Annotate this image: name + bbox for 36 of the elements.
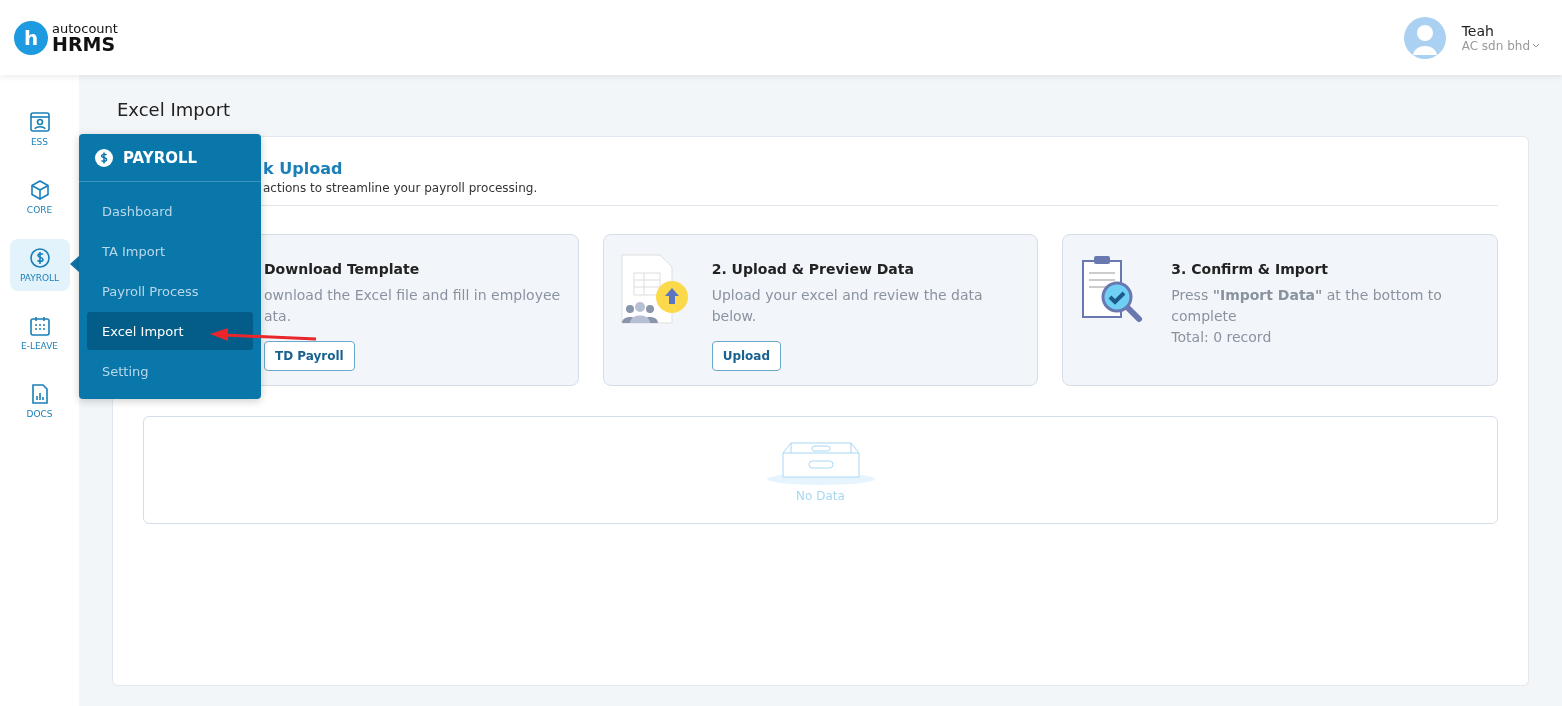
cube-icon: [28, 179, 51, 201]
step-title: 2. Upload & Preview Data: [711, 261, 915, 277]
step-description: ownload the Excel file and fill in employee ata.: [264, 286, 561, 326]
menu-item[interactable]: Excel Import: [87, 312, 253, 350]
sidebar-item[interactable]: DOCS: [9, 375, 70, 427]
avatar[interactable]: [1403, 16, 1446, 59]
company-selector[interactable]: AC sdn bhd: [1461, 38, 1540, 53]
step-button[interactable]: Upload: [711, 341, 782, 371]
section-subtitle: actions to streamline your payroll processing.: [263, 181, 539, 195]
sidebar-item[interactable]: E-LEAVE: [9, 307, 70, 359]
empty-message: No Data: [796, 489, 845, 503]
menu-item[interactable]: TA Import: [87, 232, 253, 270]
menu-item[interactable]: Payroll Process: [87, 272, 253, 310]
step-title: Download Template: [264, 261, 421, 277]
step-description: Press "Import Data" at the bottom to complete Total: 0 record: [1171, 286, 1443, 347]
chevron-down-icon: [1532, 42, 1540, 49]
user-name: Teah: [1461, 22, 1495, 39]
sidebar-item[interactable]: PAYROLL: [9, 239, 70, 291]
menu-item[interactable]: Dashboard: [87, 192, 253, 230]
id-card-icon: [28, 111, 51, 133]
logo-title: HRMS: [52, 34, 116, 54]
sidebar-item[interactable]: CORE: [9, 171, 70, 223]
step-description: Upload your excel and review the data below.: [711, 286, 984, 326]
step-title: 3. Confirm & Import: [1171, 261, 1329, 277]
dollar-icon: [28, 247, 51, 269]
section-title: k Upload: [263, 159, 344, 178]
step-button[interactable]: TD Payroll: [264, 341, 355, 371]
calendar-icon: [28, 315, 51, 337]
menu-item[interactable]: Setting: [87, 352, 253, 390]
page-title: Excel Import: [117, 99, 232, 120]
dollar-icon: [95, 148, 113, 167]
spreadsheet-upload-icon: [619, 253, 690, 325]
menu-title: PAYROLL: [123, 148, 198, 167]
logo-text: autocount: [52, 21, 118, 35]
logo-mark: h: [14, 20, 48, 55]
sidebar-item[interactable]: ESS: [9, 103, 70, 155]
